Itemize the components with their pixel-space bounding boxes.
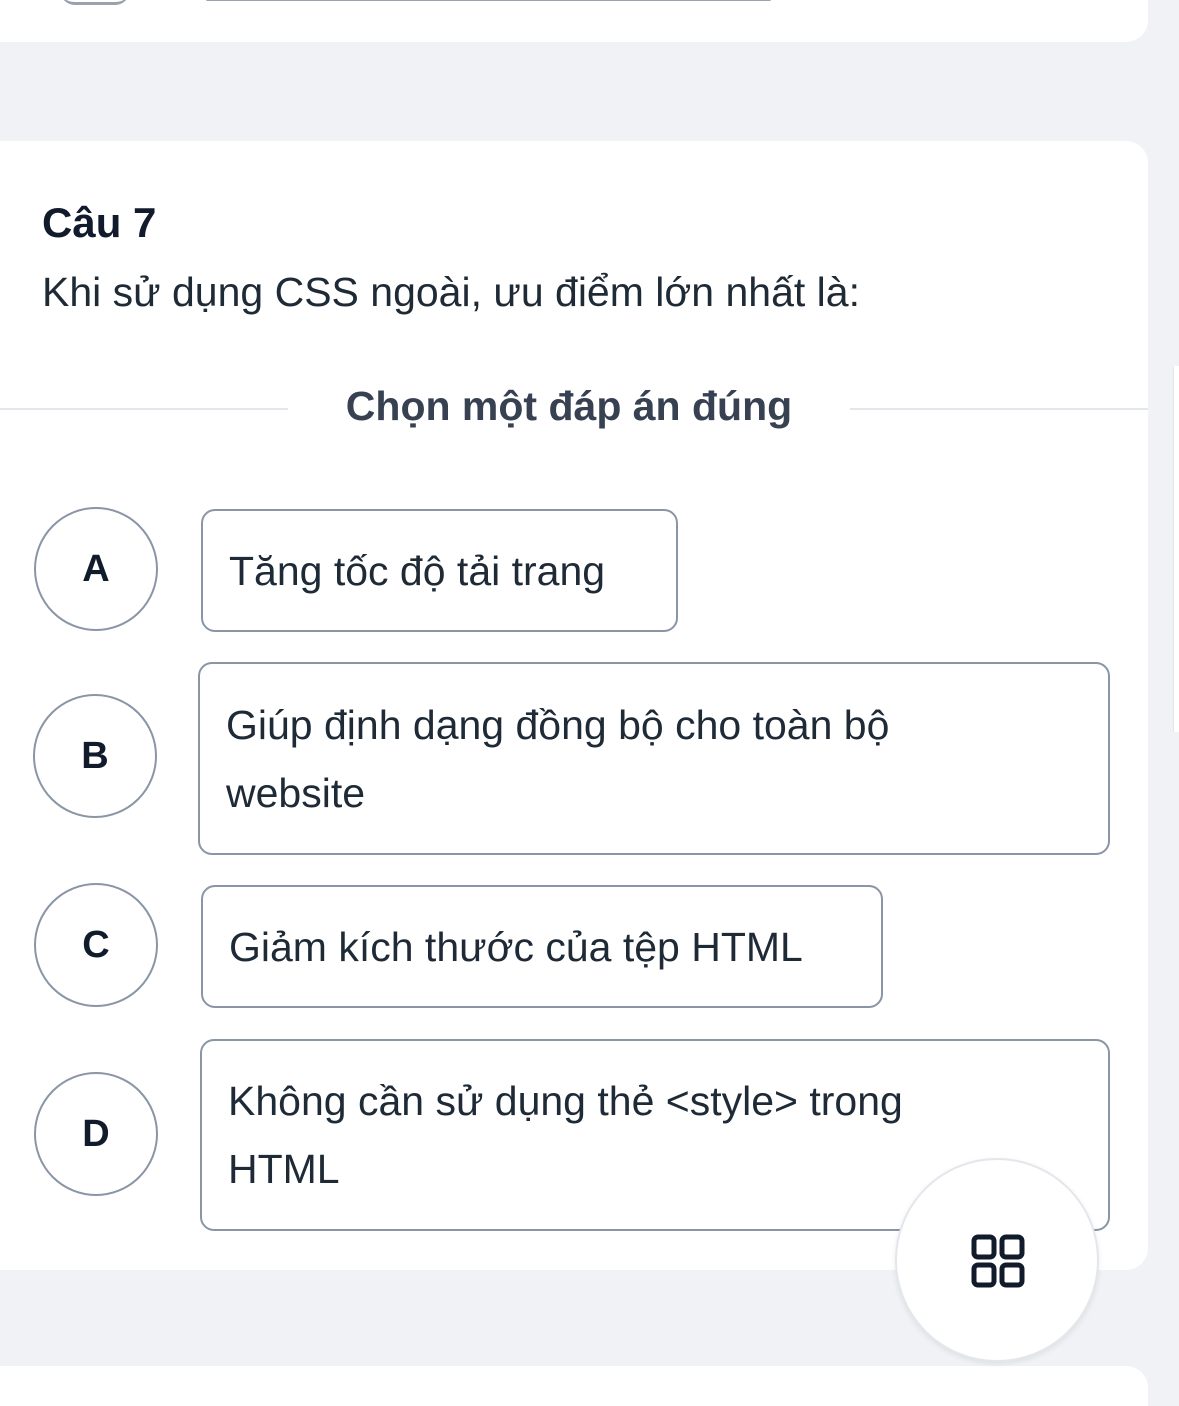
- option-c-letter[interactable]: C: [34, 883, 158, 1007]
- option-a-box[interactable]: Tăng tốc độ tải trang: [201, 509, 678, 632]
- option-d-letter[interactable]: D: [34, 1072, 158, 1196]
- previous-card-edge: [60, 0, 130, 5]
- answer-instruction: Chọn một đáp án đúng: [345, 383, 793, 429]
- next-question-card: [0, 1366, 1148, 1406]
- grid-icon: [971, 1234, 1025, 1288]
- option-c-text: Giảm kích thước của tệp HTML: [229, 923, 803, 970]
- option-b-box[interactable]: Giúp định dạng đồng bộ cho toàn bộ websi…: [198, 662, 1110, 855]
- option-b-text: Giúp định dạng đồng bộ cho toàn bộ websi…: [226, 701, 890, 816]
- question-grid-button[interactable]: [895, 1158, 1099, 1362]
- option-d-text: Không cần sử dụng thẻ <style> trong HTML: [228, 1078, 903, 1192]
- side-panel-edge: [1173, 366, 1179, 732]
- option-a-text: Tăng tốc độ tải trang: [229, 547, 606, 594]
- option-c-box[interactable]: Giảm kích thước của tệp HTML: [201, 885, 883, 1008]
- question-card: Câu 7 Khi sử dụng CSS ngoài, ưu điểm lớn…: [0, 141, 1148, 1270]
- question-text: Khi sử dụng CSS ngoài, ưu điểm lớn nhất …: [42, 269, 860, 315]
- question-number: Câu 7: [42, 199, 157, 246]
- divider-left: [0, 408, 288, 410]
- divider-right: [850, 408, 1148, 410]
- previous-card-bar: [206, 0, 771, 1]
- option-b-letter[interactable]: B: [33, 694, 157, 818]
- previous-question-card: [0, 0, 1148, 42]
- option-a-letter[interactable]: A: [34, 507, 158, 631]
